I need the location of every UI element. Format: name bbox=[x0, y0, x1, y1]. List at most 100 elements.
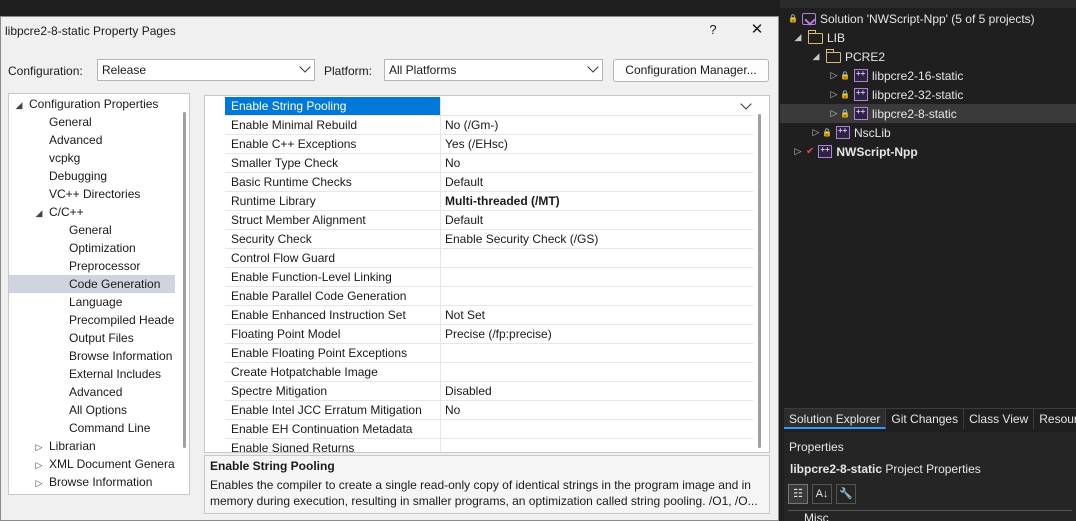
property-row[interactable]: Enable Enhanced Instruction Set Not Set bbox=[225, 306, 753, 325]
tree-item[interactable]: ▷ Librarian bbox=[9, 437, 175, 455]
tree-item[interactable]: General bbox=[9, 113, 175, 131]
categorized-icon[interactable]: ☷ bbox=[788, 484, 808, 504]
property-value[interactable]: Multi-threaded (/MT) bbox=[445, 192, 560, 210]
column-separator bbox=[440, 249, 441, 268]
collapsed-arrow-icon[interactable]: ▷ bbox=[828, 89, 840, 100]
collapsed-arrow-icon[interactable]: ▷ bbox=[33, 456, 45, 474]
property-row[interactable]: Security Check Enable Security Check (/GS… bbox=[225, 230, 753, 249]
property-row[interactable]: Enable Parallel Code Generation bbox=[225, 287, 753, 306]
tree-item[interactable]: Command Line bbox=[9, 419, 175, 437]
grid-scrollbar[interactable] bbox=[758, 114, 761, 448]
expanded-arrow-icon[interactable]: ◢ bbox=[33, 204, 45, 222]
tree-item[interactable]: Debugging bbox=[9, 167, 175, 185]
tree-item[interactable]: Output Files bbox=[9, 329, 175, 347]
property-value[interactable]: Not Set bbox=[445, 306, 485, 324]
solution-explorer-pane: 🔒 Solution 'NWScript-Npp' (5 of 5 project… bbox=[780, 0, 1076, 521]
property-value[interactable]: Precise (/fp:precise) bbox=[445, 325, 552, 343]
solution-tree-item[interactable]: ▷✔ NWScript-Npp bbox=[780, 142, 1076, 161]
tree-item[interactable]: General bbox=[9, 221, 175, 239]
property-name: Runtime Library bbox=[231, 194, 316, 208]
tab-resource-view[interactable]: Resourc bbox=[1034, 409, 1076, 429]
property-row[interactable]: Enable Function-Level Linking bbox=[225, 268, 753, 287]
tree-item[interactable]: vcpkg bbox=[9, 149, 175, 167]
misc-category[interactable]: Misc bbox=[788, 510, 1072, 521]
tree-item-label: All Options bbox=[69, 403, 128, 417]
tree-item[interactable]: Browse Information bbox=[9, 347, 175, 365]
solution-tree-item[interactable]: ▷🔒 NscLib bbox=[780, 123, 1076, 142]
column-separator bbox=[440, 135, 441, 154]
property-value[interactable]: No bbox=[445, 154, 460, 172]
property-row[interactable]: Runtime Library Multi-threaded (/MT) bbox=[225, 192, 753, 211]
property-pages-wrench-icon[interactable]: 🔧 bbox=[836, 484, 856, 504]
property-row[interactable]: Enable Intel JCC Erratum Mitigation No bbox=[225, 401, 753, 420]
property-value[interactable]: Yes (/EHsc) bbox=[445, 135, 508, 153]
solution-tree-item[interactable]: ▷🔒 libpcre2-16-static bbox=[780, 66, 1076, 85]
tree-item[interactable]: ▷ XML Document Genera bbox=[9, 455, 175, 473]
solution-tree-item[interactable]: ◢ PCRE2 bbox=[780, 47, 1076, 66]
expanded-arrow-icon[interactable]: ◢ bbox=[810, 51, 822, 62]
property-row[interactable]: Enable Signed Returns bbox=[225, 439, 753, 452]
expanded-arrow-icon[interactable]: ◢ bbox=[13, 96, 25, 114]
tree-item[interactable]: ◢ C/C++ bbox=[9, 203, 175, 221]
property-value[interactable]: Default bbox=[445, 211, 483, 229]
collapsed-arrow-icon[interactable]: ▷ bbox=[33, 474, 45, 492]
property-value[interactable]: No bbox=[445, 401, 460, 419]
tree-item[interactable]: ◢ Configuration Properties bbox=[9, 95, 175, 113]
property-row[interactable]: Struct Member Alignment Default bbox=[225, 211, 753, 230]
solution-tree-item[interactable]: ◢ LIB bbox=[780, 28, 1076, 47]
platform-select[interactable]: All Platforms bbox=[384, 59, 603, 81]
property-row[interactable]: Create Hotpatchable Image bbox=[225, 363, 753, 382]
expanded-arrow-icon[interactable]: ◢ bbox=[792, 32, 804, 43]
tab-solution-explorer[interactable]: Solution Explorer bbox=[784, 409, 887, 429]
collapsed-arrow-icon[interactable]: ▷ bbox=[33, 438, 45, 456]
search-solution-explorer-bar[interactable] bbox=[780, 0, 1076, 8]
solution-tree-item[interactable]: ▷🔒 libpcre2-32-static bbox=[780, 85, 1076, 104]
property-row[interactable]: Floating Point Model Precise (/fp:precise… bbox=[225, 325, 753, 344]
configuration-manager-button[interactable]: Configuration Manager... bbox=[613, 59, 769, 82]
tree-scrollbar[interactable] bbox=[183, 112, 186, 448]
collapsed-arrow-icon[interactable]: ▷ bbox=[828, 108, 840, 119]
property-value[interactable]: Disabled bbox=[445, 382, 492, 400]
tree-item[interactable]: Preprocessor bbox=[9, 257, 175, 275]
tree-item[interactable]: ▷ Browse Information bbox=[9, 473, 175, 491]
tree-item[interactable]: External Includes bbox=[9, 365, 175, 383]
collapsed-arrow-icon[interactable]: ▷ bbox=[792, 146, 804, 157]
property-row[interactable]: Control Flow Guard bbox=[225, 249, 753, 268]
property-row[interactable]: Enable Floating Point Exceptions bbox=[225, 344, 753, 363]
property-row[interactable]: Enable C++ Exceptions Yes (/EHsc) bbox=[225, 135, 753, 154]
property-row[interactable]: Enable Minimal Rebuild No (/Gm-) bbox=[225, 116, 753, 135]
help-button[interactable]: ? bbox=[704, 21, 722, 39]
tree-item-label: General bbox=[49, 115, 92, 129]
tree-item[interactable]: Code Generation bbox=[9, 275, 175, 293]
tree-item-label: VC++ Directories bbox=[49, 187, 141, 201]
property-row[interactable]: Enable EH Continuation Metadata bbox=[225, 420, 753, 439]
tree-item[interactable]: Advanced bbox=[9, 383, 175, 401]
tab-class-view[interactable]: Class View bbox=[964, 409, 1035, 429]
configuration-select[interactable]: Release bbox=[97, 59, 315, 81]
property-value[interactable]: No (/Gm-) bbox=[445, 116, 498, 134]
property-value[interactable]: Default bbox=[445, 173, 483, 191]
tree-item[interactable]: Language bbox=[9, 293, 175, 311]
tree-item[interactable]: VC++ Directories bbox=[9, 185, 175, 203]
solution-tree-item[interactable]: ▷🔒 libpcre2-8-static bbox=[780, 104, 1076, 123]
property-row[interactable]: Basic Runtime Checks Default bbox=[225, 173, 753, 192]
tree-item[interactable]: All Options bbox=[9, 401, 175, 419]
property-row[interactable]: Smaller Type Check No bbox=[225, 154, 753, 173]
tab-git-changes[interactable]: Git Changes bbox=[886, 409, 965, 429]
tree-item[interactable]: Precompiled Heade bbox=[9, 311, 175, 329]
collapsed-arrow-icon[interactable]: ▷ bbox=[810, 127, 822, 138]
tree-item[interactable]: Advanced bbox=[9, 131, 175, 149]
property-value[interactable]: Enable Security Check (/GS) bbox=[445, 230, 598, 248]
properties-object-selector[interactable]: libpcre2-8-static Project Properties bbox=[790, 462, 981, 476]
property-row[interactable]: Enable String Pooling bbox=[225, 97, 753, 116]
solution-tree-item-label: libpcre2-16-static bbox=[872, 68, 964, 83]
collapsed-arrow-icon[interactable]: ▷ bbox=[828, 70, 840, 81]
property-row[interactable]: Spectre Mitigation Disabled bbox=[225, 382, 753, 401]
value-dropdown-chevron-icon[interactable] bbox=[739, 99, 753, 113]
solution-tree-item[interactable]: 🔒 Solution 'NWScript-Npp' (5 of 5 project… bbox=[780, 9, 1076, 28]
tree-item[interactable]: Optimization bbox=[9, 239, 175, 257]
close-button[interactable]: ✕ bbox=[747, 21, 767, 39]
column-separator bbox=[440, 230, 441, 249]
solution-tree-item-label: LIB bbox=[827, 30, 846, 45]
sort-alphabetical-icon[interactable]: A↓ bbox=[812, 484, 832, 504]
